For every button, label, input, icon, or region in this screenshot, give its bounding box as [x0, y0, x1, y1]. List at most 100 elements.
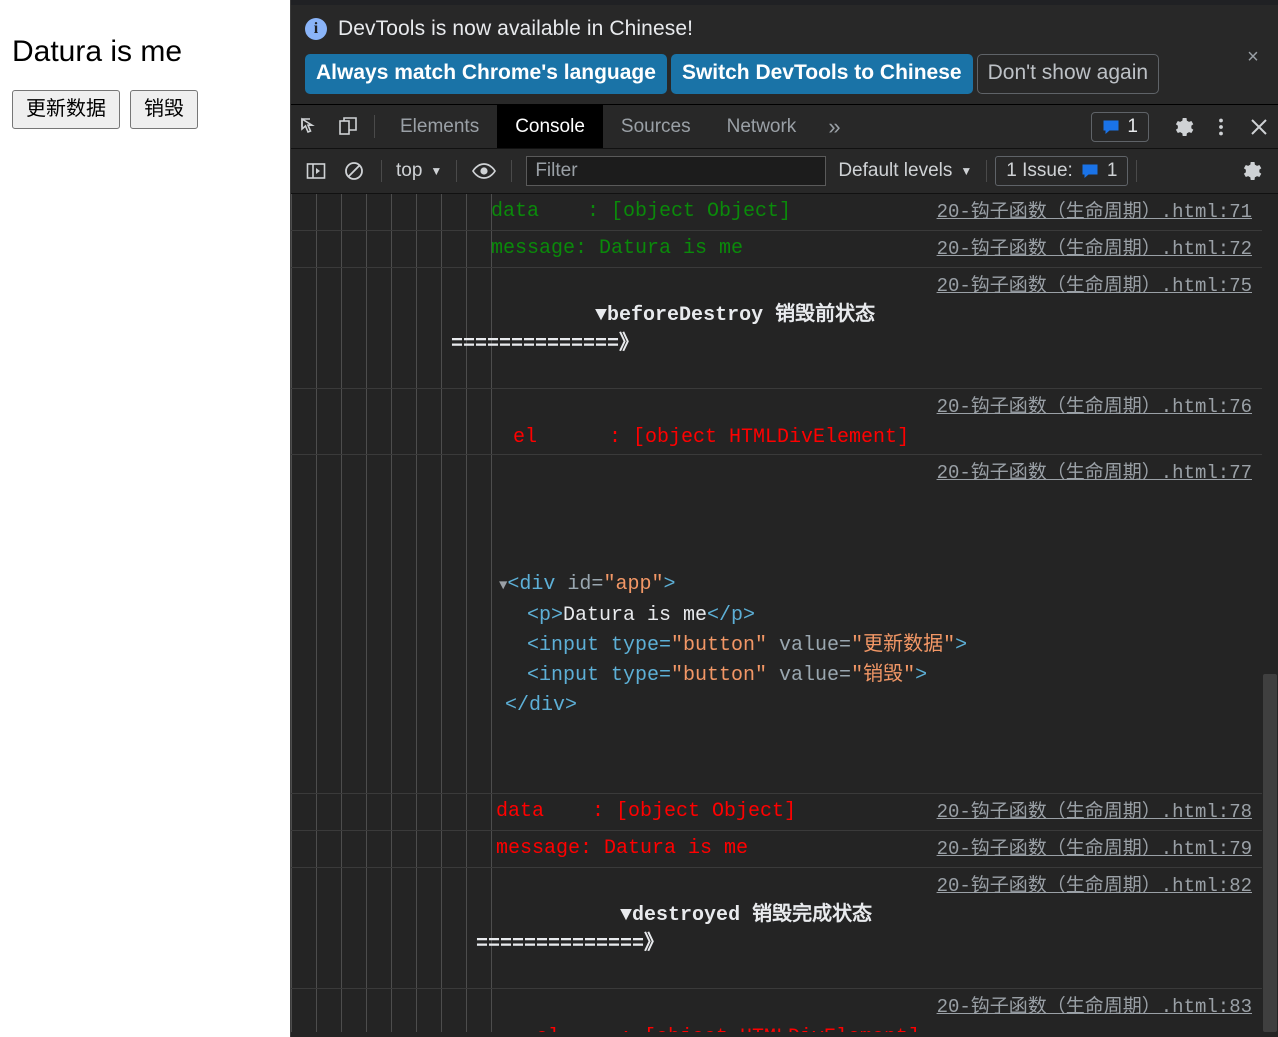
- page-title: Datura is me: [12, 35, 183, 68]
- console-issues-button[interactable]: 1 Issue: 1: [995, 156, 1129, 187]
- chevron-down-icon: ▼: [430, 164, 443, 179]
- issues-count-label: 1: [1127, 115, 1138, 137]
- dom-snippet-lines: ▼<div id="app"> <p>Datura is me</p> <inp…: [499, 567, 1241, 721]
- dom-input1-v2: "更新数据": [851, 634, 956, 658]
- devtools-panel: i DevTools is now available in Chinese! …: [290, 0, 1278, 1037]
- issues-message-icon-2: [1081, 162, 1099, 180]
- dom-div-close: </div>: [505, 694, 578, 718]
- console-issues-label: 1 Issue:: [1006, 160, 1073, 182]
- page-button-group: 更新数据 销毁: [12, 90, 278, 129]
- console-source-link[interactable]: 20-钩子函数（生命周期）.html:82: [937, 868, 1278, 904]
- console-source-link[interactable]: 20-钩子函数（生命周期）.html:79: [937, 831, 1278, 867]
- log-levels-label: Default levels: [838, 160, 953, 182]
- console-group-label: beforeDestroy 销毁前状态 ==============》: [451, 304, 876, 357]
- dom-p-open: <p>: [527, 604, 564, 628]
- console-row[interactable]: data : [object Object] 20-钩子函数（生命周期）.htm…: [291, 194, 1278, 232]
- switch-devtools-to-chinese-button[interactable]: Switch DevTools to Chinese: [670, 54, 973, 95]
- console-message-list[interactable]: data : [object Object] 20-钩子函数（生命周期）.htm…: [291, 194, 1278, 1033]
- clear-console-icon[interactable]: [335, 160, 373, 182]
- triangle-down-icon[interactable]: ▼: [595, 304, 607, 327]
- dom-line1-value: "app": [603, 573, 664, 597]
- update-data-button[interactable]: 更新数据: [12, 90, 120, 129]
- console-dom-row[interactable]: ▼<div id="app"> <p>Datura is me</p> <inp…: [291, 455, 1278, 795]
- console-message-text: data : [object Object]: [491, 200, 792, 224]
- info-icon: i: [305, 18, 327, 40]
- log-levels-selector[interactable]: Default levels ▼: [832, 160, 978, 182]
- console-source-link[interactable]: 20-钩子函数（生命周期）.html:77: [937, 455, 1252, 491]
- dom-p-text: Datura is me: [563, 604, 708, 628]
- console-group-row[interactable]: ▼destroyed 销毁完成状态 ==============》 20-钩子函…: [291, 868, 1278, 990]
- gear-icon-2[interactable]: [1232, 159, 1270, 183]
- tab-sources[interactable]: Sources: [603, 105, 709, 148]
- console-filter-input[interactable]: [526, 156, 827, 187]
- tabbar-spacer: [855, 105, 1092, 148]
- console-group-row[interactable]: ▼beforeDestroy 销毁前状态 ==============》 20-…: [291, 268, 1278, 390]
- gear-icon[interactable]: [1164, 115, 1202, 139]
- dom-input1-v1: "button": [671, 634, 768, 658]
- dom-input1-c: >: [955, 634, 968, 658]
- tab-console[interactable]: Console: [497, 105, 603, 149]
- console-dom-snippet[interactable]: ▼<div id="app"> <p>Datura is me</p> <inp…: [291, 455, 1241, 793]
- dom-input2-c: >: [915, 664, 928, 688]
- dont-show-again-button[interactable]: Don't show again: [976, 54, 1160, 95]
- execution-context-selector[interactable]: top ▼: [390, 160, 448, 182]
- console-group-label: destroyed 销毁完成状态 ==============》: [476, 904, 873, 957]
- destroy-button[interactable]: 销毁: [130, 90, 198, 129]
- device-toolbar-icon[interactable]: [329, 105, 367, 148]
- screenshot-root: Datura is me 更新数据 销毁 i DevTools is now a…: [0, 0, 1278, 1037]
- execution-context-label: top: [396, 160, 423, 182]
- triangle-down-icon-3[interactable]: ▼: [620, 904, 632, 927]
- console-issues-count: 1: [1106, 160, 1118, 182]
- dom-line1-tag: <div: [507, 573, 556, 597]
- console-source-link[interactable]: 20-钩子函数（生命周期）.html:72: [937, 231, 1278, 267]
- console-toolbar-divider-3: [511, 160, 513, 183]
- console-scrollbar[interactable]: [1262, 194, 1278, 1033]
- console-row[interactable]: el : [object HTMLDivElement] 20-钩子函数（生命周…: [291, 989, 1278, 1032]
- tab-network[interactable]: Network: [709, 105, 815, 148]
- dom-input2-a: <input type=: [527, 664, 672, 688]
- dom-line1-close: >: [663, 573, 676, 597]
- console-group-header[interactable]: ▼destroyed 销毁完成状态 ==============》: [291, 868, 937, 988]
- dom-input2-b: value=: [767, 664, 852, 688]
- console-source-link[interactable]: 20-钩子函数（生命周期）.html:75: [937, 268, 1278, 304]
- more-options-icon[interactable]: [1202, 116, 1240, 138]
- console-toolbar-divider-4: [986, 160, 988, 183]
- console-message-text: data : [object Object]: [496, 800, 797, 824]
- console-group-header[interactable]: ▼beforeDestroy 销毁前状态 ==============》: [291, 268, 937, 388]
- console-row[interactable]: el : [object HTMLDivElement] 20-钩子函数（生命周…: [291, 389, 1278, 456]
- toolbar-divider: [374, 115, 375, 139]
- tab-elements[interactable]: Elements: [382, 105, 497, 148]
- console-toolbar-divider: [381, 160, 382, 183]
- console-row[interactable]: message: Datura is me 20-钩子函数（生命周期）.html…: [291, 231, 1278, 269]
- more-tabs-icon[interactable]: »: [814, 105, 854, 148]
- console-message-text: message: Datura is me: [496, 837, 749, 861]
- console-scrollbar-thumb[interactable]: [1263, 674, 1277, 1033]
- console-source-link[interactable]: 20-钩子函数（生命周期）.html:71: [937, 194, 1278, 230]
- console-message-text: message: Datura is me: [491, 237, 744, 261]
- devtools-language-infobar: i DevTools is now available in Chinese! …: [291, 5, 1278, 106]
- dom-input2-v2: "销毁": [851, 664, 916, 688]
- issues-counter-button[interactable]: 1: [1091, 111, 1149, 142]
- dom-p-close: </p>: [707, 604, 756, 628]
- chevron-down-icon-2: ▼: [960, 164, 973, 179]
- close-icon[interactable]: [1240, 115, 1278, 139]
- live-expression-icon[interactable]: [465, 161, 503, 181]
- console-row[interactable]: message: Datura is me 20-钩子函数（生命周期）.html…: [291, 831, 1278, 869]
- console-source-link[interactable]: 20-钩子函数（生命周期）.html:78: [937, 794, 1278, 830]
- console-source-link[interactable]: 20-钩子函数（生命周期）.html:76: [937, 389, 1252, 425]
- console-sidebar-icon[interactable]: [297, 160, 335, 182]
- console-row[interactable]: data : [object Object] 20-钩子函数（生命周期）.htm…: [291, 794, 1278, 832]
- inspect-element-icon[interactable]: [291, 105, 329, 148]
- infobar-message: DevTools is now available in Chinese!: [338, 17, 694, 40]
- console-source-link[interactable]: 20-钩子函数（生命周期）.html:83: [937, 989, 1252, 1025]
- dom-input1-a: <input type=: [527, 634, 672, 658]
- rendered-web-page: Datura is me 更新数据 销毁: [0, 0, 290, 1037]
- close-icon[interactable]: ×: [1242, 47, 1264, 69]
- dom-line1-attr: id=: [555, 573, 604, 597]
- dom-input1-b: value=: [767, 634, 852, 658]
- devtools-tab-bar: Elements Console Sources Network » 1: [291, 105, 1278, 150]
- console-toolbar: top ▼ Default levels ▼ 1 Issue:: [291, 149, 1278, 195]
- always-match-chrome-language-button[interactable]: Always match Chrome's language: [305, 54, 667, 95]
- dom-input2-v1: "button": [671, 664, 768, 688]
- console-toolbar-divider-2: [456, 160, 458, 183]
